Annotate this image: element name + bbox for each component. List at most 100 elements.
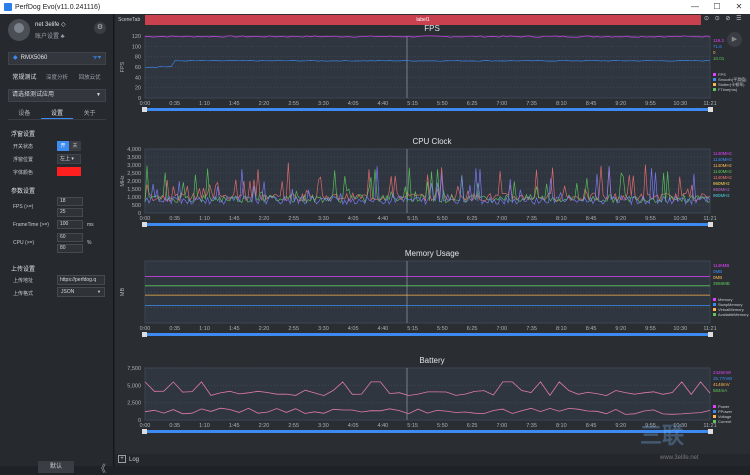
x-tick-label: 3:30 (318, 101, 329, 107)
x-tick-label: 9:20 (615, 326, 626, 332)
x-tick-label: 8:45 (586, 326, 597, 332)
toggle-on-button[interactable]: 开 (57, 141, 69, 151)
wifi-icon[interactable]: ᯤ▾ (93, 53, 102, 64)
y-tick-label: 500 (132, 203, 141, 209)
float-settings-title: 浮窗设置 (11, 132, 36, 138)
x-tick-label: 10:30 (673, 326, 687, 332)
x-tick-label: 9:20 (615, 101, 626, 107)
log-label[interactable]: Log (129, 457, 139, 463)
upload-url-input[interactable]: https://perfdog.q (57, 275, 105, 285)
chart-title: Battery (419, 356, 444, 365)
y-tick-label: 2,000 (127, 179, 141, 185)
time-scrollbar (145, 430, 710, 433)
x-tick-label: 1:45 (229, 423, 240, 429)
y-tick-label: 2,500 (127, 171, 141, 177)
right-value-label: 960MHz (713, 181, 731, 186)
right-value-label: 1140MHz (713, 157, 733, 162)
settings-icon[interactable]: ⚙ (94, 22, 106, 34)
y-tick-label: 80 (135, 55, 141, 61)
scroll-handle-left (142, 429, 147, 434)
perfdog-logo-icon (4, 3, 12, 11)
right-value-label: 1140MHz (713, 163, 733, 168)
x-tick-label: 2:20 (259, 326, 270, 332)
account-settings-link[interactable]: 账户设置 ♣ (35, 31, 65, 40)
position-select[interactable]: 左上 ▾ (57, 154, 81, 164)
cpu-unit: % (87, 240, 92, 246)
x-tick-label: 6:25 (467, 326, 478, 332)
mode-tabs: 常规测试 深度分析 回放云优 (8, 72, 106, 84)
x-tick-label: 2:55 (288, 101, 299, 107)
device-selector[interactable]: ◆ RMX5060 ᯤ▾ (8, 52, 106, 65)
x-tick-label: 2:20 (259, 216, 270, 222)
x-tick-label: 1:45 (229, 216, 240, 222)
tab-replay-cloud[interactable]: 回放云优 (73, 72, 106, 84)
legend-swatch (713, 73, 716, 76)
maximize-button[interactable]: ☐ (706, 0, 728, 14)
x-tick-label: 5:15 (407, 423, 418, 429)
tab-device[interactable]: 设备 (8, 109, 41, 119)
x-tick-label: 5:50 (437, 101, 448, 107)
right-value-label: 960MHz (713, 193, 731, 198)
fps-threshold-input-1[interactable]: 18 (57, 197, 83, 206)
x-tick-label: 0:35 (169, 423, 180, 429)
legend-swatch (713, 420, 716, 423)
x-tick-label: 7:35 (526, 423, 537, 429)
font-color-swatch[interactable] (57, 167, 81, 176)
legend-swatch (713, 78, 716, 81)
fps-threshold-input-2[interactable]: 25 (57, 208, 83, 217)
y-tick-label: 4,000 (127, 147, 141, 153)
right-value-label: 960MHz (713, 187, 731, 192)
frametime-input[interactable]: 100 (57, 220, 83, 229)
x-tick-label: 9:55 (645, 216, 656, 222)
scroll-handle-left (142, 107, 147, 112)
legend-swatch (713, 308, 716, 311)
collapse-sidebar-icon[interactable]: 《 (96, 460, 106, 475)
avatar[interactable] (8, 19, 30, 41)
x-tick-label: 3:30 (318, 423, 329, 429)
x-tick-label: 2:55 (288, 423, 299, 429)
tab-settings[interactable]: 设置 (40, 109, 74, 119)
x-tick-label: 5:50 (437, 423, 448, 429)
x-tick-label: 4:40 (378, 423, 389, 429)
toolbar-icons[interactable]: ⊙ ⊙ ⊘ ☰ (704, 15, 743, 22)
x-tick-label: 5:15 (407, 326, 418, 332)
tab-about[interactable]: 关于 (73, 109, 106, 119)
upload-format-select[interactable]: JSON ▼ (57, 287, 105, 297)
scroll-handle-right (708, 332, 713, 337)
chevron-down-icon: ▼ (96, 92, 101, 98)
x-tick-label: 1:10 (199, 326, 210, 332)
plot-area (144, 367, 711, 421)
x-tick-label: 9:20 (615, 216, 626, 222)
x-tick-label: 8:45 (586, 423, 597, 429)
toggle-off-button[interactable]: 关 (69, 141, 81, 151)
x-tick-label: 2:20 (259, 101, 270, 107)
upload-title: 上传设置 (11, 267, 36, 273)
app-select[interactable]: 请选择测试应用 ▼ (8, 89, 106, 102)
minimize-button[interactable]: — (684, 0, 706, 14)
y-tick-label: 40 (135, 75, 141, 81)
window-titlebar: PerfDog Evo(v11.0.241116) — ☐ ✕ (0, 0, 750, 14)
y-tick-label: 5,000 (127, 383, 141, 389)
float-toggle: 开 关 (57, 141, 81, 151)
right-value-label: 10.01 (713, 56, 725, 61)
x-tick-label: 2:20 (259, 423, 270, 429)
time-scrollbar (145, 108, 710, 111)
right-value-label: 0 (713, 50, 716, 55)
upload-format-value: JSON (61, 289, 75, 295)
window-title: PerfDog Evo(v11.0.241116) (15, 3, 101, 11)
x-tick-label: 0:35 (169, 101, 180, 107)
right-value-label: 1146MB (713, 263, 729, 268)
tab-normal-test[interactable]: 常规测试 (8, 72, 41, 84)
legend-label: Current (718, 419, 732, 424)
tab-deep-analysis[interactable]: 深度分析 (41, 72, 74, 84)
default-button[interactable]: 默认 (38, 461, 74, 473)
sub-tabs: 设备 设置 关于 (8, 109, 106, 120)
x-tick-label: 0:35 (169, 216, 180, 222)
cpu-threshold-input-2[interactable]: 80 (57, 244, 83, 253)
toggle-label: 开关状态 (13, 144, 34, 150)
x-tick-label: 4:40 (378, 101, 389, 107)
legend-swatch (713, 405, 716, 408)
add-icon[interactable]: + (118, 455, 126, 464)
close-button[interactable]: ✕ (728, 0, 750, 14)
cpu-threshold-input-1[interactable]: 60 (57, 233, 83, 242)
